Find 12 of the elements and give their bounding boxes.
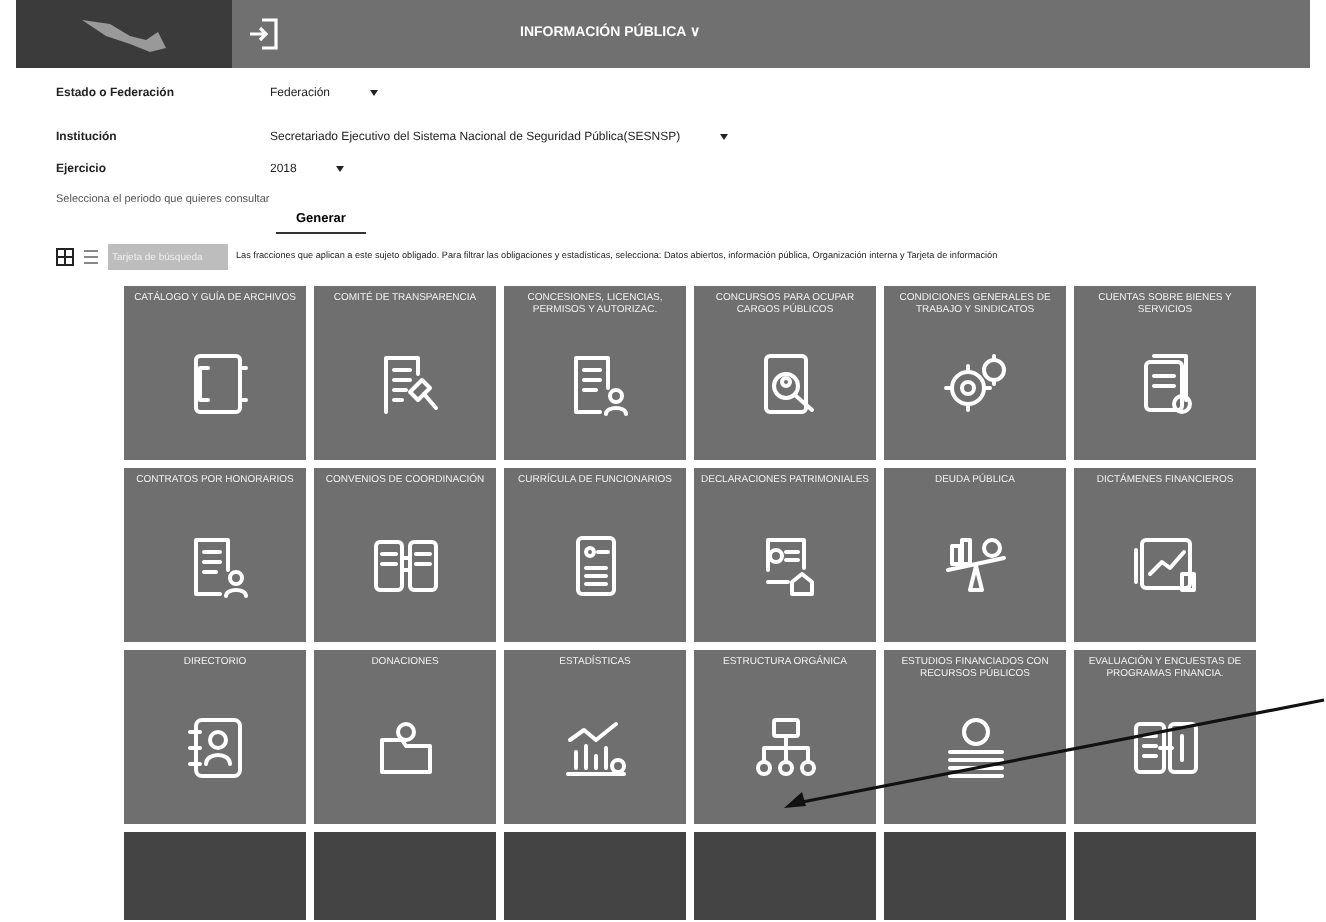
caret-icon xyxy=(720,131,729,140)
category-tile[interactable] xyxy=(884,832,1066,920)
category-tile[interactable] xyxy=(124,832,306,920)
category-tile[interactable] xyxy=(504,832,686,920)
caret-icon xyxy=(336,163,345,172)
caret-icon xyxy=(370,87,379,96)
login-icon[interactable] xyxy=(248,16,280,52)
grid-view-icon[interactable] xyxy=(56,248,74,266)
category-tile[interactable] xyxy=(314,832,496,920)
category-tile[interactable] xyxy=(694,832,876,920)
category-tile[interactable] xyxy=(1074,832,1256,920)
list-view-icon[interactable] xyxy=(82,248,100,266)
